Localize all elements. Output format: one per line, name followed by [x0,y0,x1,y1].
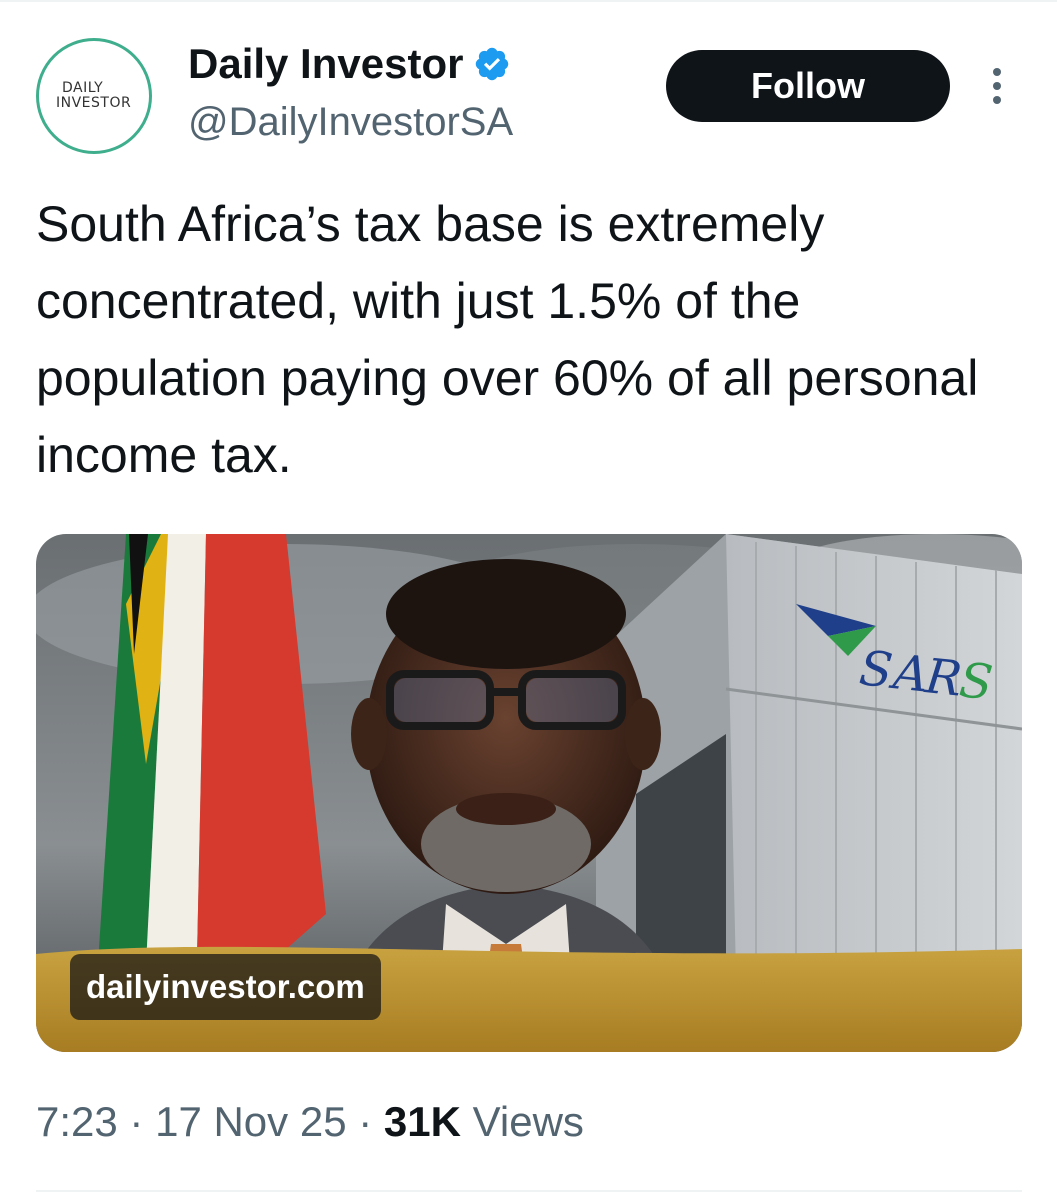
bottom-divider [36,1190,1022,1192]
top-divider [0,0,1057,2]
follow-button[interactable]: Follow [666,50,950,122]
views-label: Views [472,1098,584,1145]
avatar[interactable]: DAILY INVESTOR [36,38,152,154]
avatar-logo-line1: DAILY [62,80,104,96]
svg-text:S: S [957,652,996,711]
svg-text:S: S [857,640,896,699]
author-name-row: Daily Investor [188,40,511,88]
display-name[interactable]: Daily Investor [188,40,463,88]
meta-separator: · [358,1098,373,1145]
media-domain-label: dailyinvestor.com [70,954,381,1020]
avatar-logo-line2: INVESTOR [56,95,132,111]
meta-separator: · [129,1098,144,1145]
views-count: 31K [383,1098,461,1145]
tweet-time[interactable]: 7:23 [36,1098,118,1145]
tweet-text: South Africa’s tax base is extremely con… [36,196,979,483]
tweet-media-image[interactable]: S A R S dailyinvestor.com [36,534,1022,1052]
tweet-date[interactable]: 17 Nov 25 [155,1098,346,1145]
more-vertical-icon[interactable] [986,64,1008,108]
verified-badge-icon[interactable] [473,45,511,83]
tweet-meta: 7:23 · 17 Nov 25 · 31K Views [36,1094,584,1150]
user-handle[interactable]: @DailyInvestorSA [188,98,513,146]
